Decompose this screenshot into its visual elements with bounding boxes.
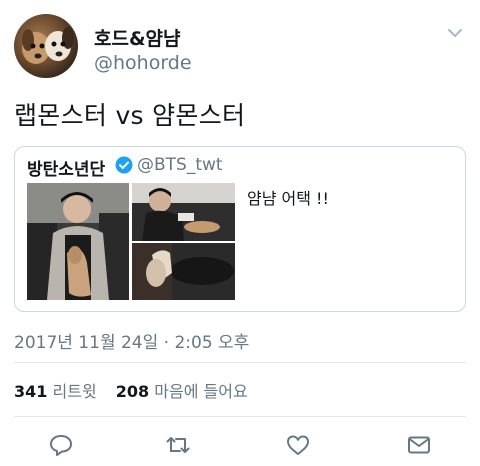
user-handle[interactable]: @hohorde [94, 52, 192, 74]
action-bar [0, 430, 480, 460]
user-display-name[interactable]: 호드&얌냠 [94, 24, 181, 51]
heart-icon[interactable] [285, 432, 311, 458]
quoted-tweet-text: 얌냠 어택 !! [247, 189, 329, 208]
photo-person-with-dog[interactable] [27, 183, 129, 300]
photo-dog-on-couch[interactable] [132, 243, 235, 300]
verified-badge-icon [115, 156, 133, 174]
tweet-text: 랩몬스터 vs 얌몬스터 [14, 101, 246, 130]
retweet-icon[interactable] [165, 432, 191, 458]
chevron-down-icon[interactable] [446, 24, 464, 42]
quoted-user-handle: @BTS_twt [137, 155, 223, 175]
divider [14, 362, 466, 363]
like-count[interactable]: 208 [116, 382, 149, 401]
tweet-header: 호드&얌냠 @hohorde [14, 14, 466, 82]
tweet-stats: 341 리트윗 208 마음에 들어요 [14, 378, 262, 402]
like-label[interactable]: 마음에 들어요 [154, 382, 247, 401]
divider [14, 416, 466, 417]
reply-icon[interactable] [48, 432, 74, 458]
avatar[interactable] [14, 14, 78, 78]
dog-avatar-image [22, 27, 74, 64]
quoted-user-name: 방탄소년단 [27, 160, 106, 180]
envelope-icon[interactable] [406, 432, 432, 458]
retweet-count[interactable]: 341 [14, 382, 47, 401]
quoted-tweet[interactable]: 방탄소년단 @BTS_twt 얌냠 어택 !! [14, 146, 466, 312]
retweet-label[interactable]: 리트윗 [53, 382, 97, 401]
tweet-timestamp[interactable]: 2017년 11월 24일 · 2:05 오후 [14, 328, 249, 353]
photo-person-on-sofa[interactable] [132, 183, 235, 241]
